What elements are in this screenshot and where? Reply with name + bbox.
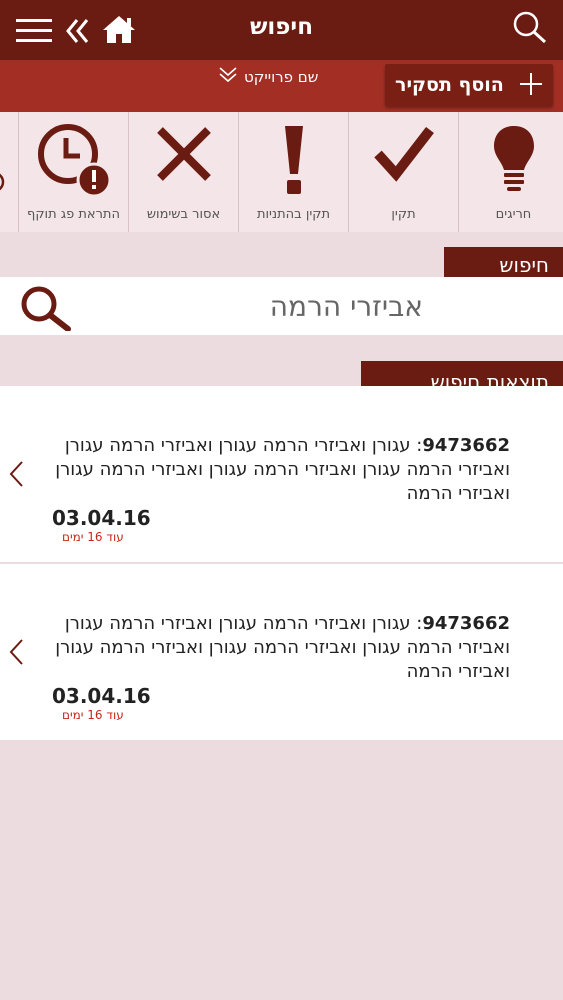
add-report-button[interactable]: הוסף תסקיר: [385, 64, 553, 106]
category-forbidden[interactable]: אסור בשימוש: [128, 112, 238, 232]
result-text: 9473662: עגורן ואביזרי הרמה עגורן ואביזר…: [46, 612, 510, 684]
top-bar: חיפוש: [0, 0, 563, 60]
category-label: התראת פג תוקף: [27, 207, 120, 222]
search-button[interactable]: [20, 285, 72, 335]
result-remaining-days: עוד 16 ימים: [62, 530, 124, 544]
result-separator: :: [410, 613, 423, 634]
result-id: 9473662: [422, 435, 510, 456]
search-icon[interactable]: [512, 10, 548, 48]
category-expiry-alert[interactable]: התראת פג תוקף: [18, 112, 128, 232]
result-text: 9473662: עגורן ואביזרי הרמה עגורן ואביזר…: [46, 434, 510, 506]
category-label: תקין בהתניות: [256, 207, 331, 222]
search-row: [0, 277, 563, 335]
exclamation-icon: [284, 126, 303, 194]
magnifier-icon: [21, 286, 71, 332]
category-exceptions[interactable]: חריגים: [458, 112, 563, 232]
category-valid[interactable]: תקין: [348, 112, 458, 232]
result-remaining-days: עוד 16 ימים: [62, 708, 124, 722]
result-separator: :: [410, 435, 423, 456]
chevron-left-icon[interactable]: [8, 460, 24, 492]
category-strip: חריגים תקין תקין בהתניות אסור בשימוש התר…: [0, 112, 563, 232]
checkmark-icon: [373, 126, 434, 182]
double-chevron-down-icon: [218, 66, 238, 88]
clock-alert-icon: [37, 124, 111, 198]
category-label: חריגים: [495, 207, 532, 222]
page-title: חיפוש: [249, 14, 314, 40]
result-id: 9473662: [422, 613, 510, 634]
project-bar: שם פרוייקט הוסף תסקיר: [0, 60, 563, 112]
x-icon: [156, 127, 211, 181]
category-label: אסור בשימוש: [146, 207, 221, 222]
project-name-label: שם פרוייקט: [244, 68, 319, 86]
project-selector[interactable]: שם פרוייקט: [218, 66, 318, 88]
chevron-left-icon[interactable]: [8, 638, 24, 670]
lightbulb-icon: [493, 126, 534, 191]
result-item[interactable]: 9473662: עגורן ואביזרי הרמה עגורן ואביזר…: [0, 386, 563, 562]
add-report-label: הוסף תסקיר: [395, 74, 504, 96]
result-item[interactable]: 9473662: עגורן ואביזרי הרמה עגורן ואביזר…: [0, 564, 563, 740]
plus-icon: [519, 72, 543, 100]
search-input[interactable]: [85, 284, 423, 328]
partial-category-icon[interactable]: [0, 170, 6, 198]
result-date: 03.04.16: [52, 506, 151, 530]
result-date: 03.04.16: [52, 684, 151, 708]
category-label: תקין: [391, 207, 416, 222]
category-conditional[interactable]: תקין בהתניות: [238, 112, 348, 232]
